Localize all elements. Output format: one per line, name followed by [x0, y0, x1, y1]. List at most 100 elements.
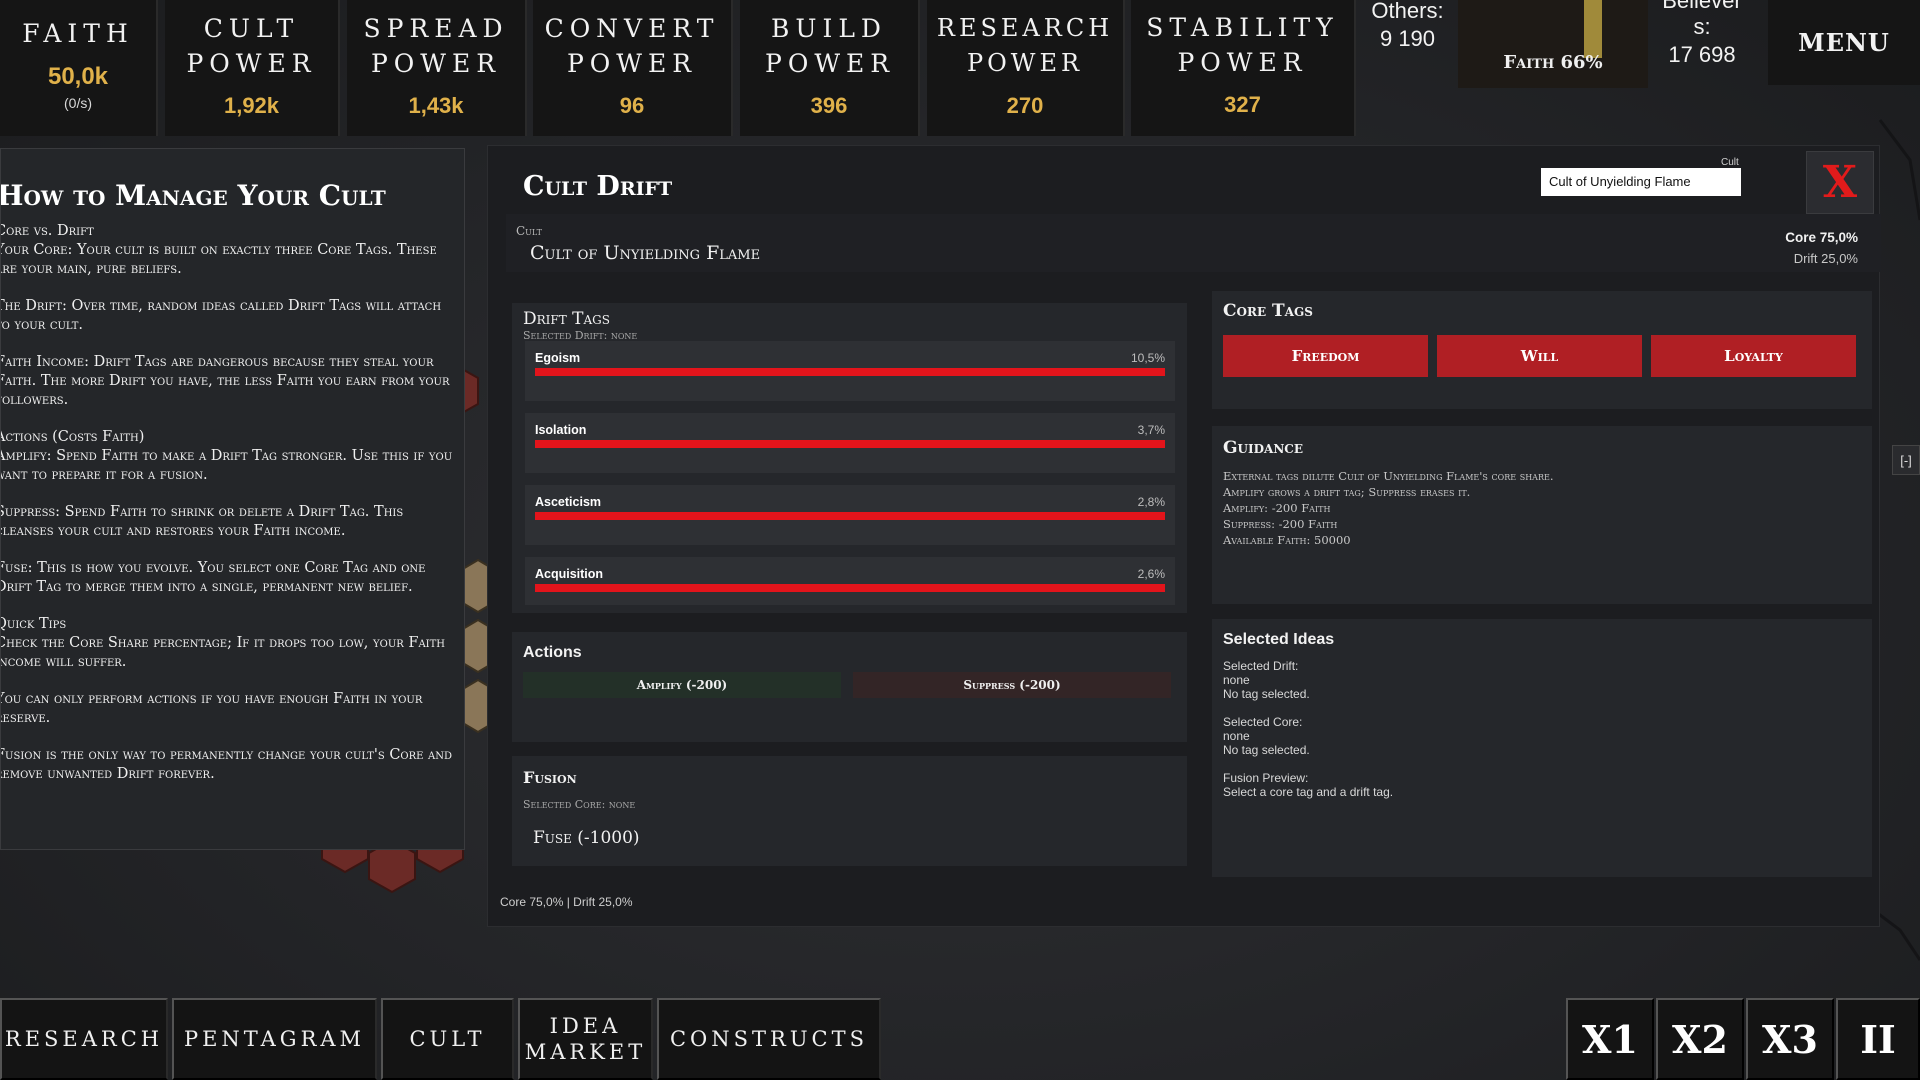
stability-power-label: Stability Power [1146, 13, 1339, 77]
build-power-resource: Build Power 396 [740, 0, 920, 136]
drift-tag-bar-fill [535, 440, 1165, 448]
cult-power-resource: Cult Power 1,92k [165, 0, 340, 136]
selected-core-caption: Selected Core: none [523, 798, 636, 811]
research-power-resource: Research Power 270 [927, 0, 1125, 136]
speed-x2-button[interactable]: X2 [1656, 998, 1744, 1080]
core-tags-title: Core Tags [1223, 301, 1313, 321]
help-paragraph: Core vs. Drift Your Core: Your cult is b… [1, 223, 437, 277]
drift-panel-title: Cult Drift [523, 171, 673, 202]
fusion-preview-label: Fusion Preview: [1223, 771, 1309, 785]
build-power-value: 396 [810, 93, 848, 118]
drift-tag-name: Asceticism [535, 495, 602, 509]
faith-meter-fill [1584, 0, 1602, 58]
believers-stat: Believer s: 17 698 [1652, 0, 1752, 68]
suppress-button[interactable]: Suppress (-200) [853, 672, 1171, 698]
nav-pentagram-button[interactable]: PENTAGRAM [172, 998, 377, 1080]
cult-drift-panel: Cult Drift Cult Cult of Unyielding Flame… [487, 145, 1881, 927]
spread-power-resource: Spread Power 1,43k [347, 0, 527, 136]
drift-tag-percent: 10,5% [1130, 351, 1165, 365]
help-title: How to Manage Your Cult [0, 179, 386, 212]
guidance-line: Available Faith: 50000 [1223, 533, 1351, 547]
drift-tag-name: Egoism [535, 351, 581, 365]
nav-constructs-button[interactable]: CONSTRUCTS [657, 998, 881, 1080]
guidance-line: External tags dilute Cult of Unyielding … [1223, 469, 1554, 483]
drift-tag-row[interactable]: Asceticism 2,8% [525, 485, 1175, 545]
actions-section: Actions Amplify (-200) Suppress (-200) [512, 632, 1187, 742]
research-power-label: Research Power [936, 14, 1114, 77]
selected-core-label: Selected Core: [1223, 715, 1303, 729]
core-tag-loyalty[interactable]: Loyalty [1651, 335, 1856, 377]
others-stat: Others: 9 190 [1360, 0, 1455, 52]
selected-drift-info: Selected Drift: none No tag selected. [1223, 659, 1310, 701]
cult-select-label: Cult [1721, 157, 1739, 168]
believers-label: Believer s: [1662, 0, 1742, 39]
close-icon: X [1822, 156, 1858, 208]
menu-button[interactable]: MENU [1768, 0, 1920, 85]
core-tag-will[interactable]: Will [1437, 335, 1642, 377]
faith-resource: Faith 50,0k (0/s) [0, 0, 158, 136]
core-tag-freedom[interactable]: Freedom [1223, 335, 1428, 377]
amplify-button[interactable]: Amplify (-200) [523, 672, 841, 698]
guidance-section: Guidance External tags dilute Cult of Un… [1212, 426, 1872, 604]
drift-tags-title: Drift Tags [523, 309, 610, 329]
faith-label: Faith [22, 19, 134, 48]
selected-ideas-title: Selected Ideas [1223, 631, 1335, 648]
selected-core-value: none [1223, 729, 1250, 743]
build-power-label: Build Power [765, 14, 896, 78]
pause-button[interactable]: II [1836, 998, 1920, 1080]
nav-idea-market-button[interactable]: IDEA MARKET [518, 998, 653, 1080]
guidance-line: Suppress: -200 Faith [1223, 517, 1338, 531]
cult-select-dropdown[interactable]: Cult of Unyielding Flame [1541, 168, 1741, 196]
cult-caption: Cult [516, 224, 542, 238]
drift-tag-row[interactable]: Isolation 3,7% [525, 413, 1175, 473]
cult-power-value: 1,92k [223, 93, 280, 118]
convert-power-resource: Convert Power 96 [533, 0, 733, 136]
guidance-line: Amplify grows a drift tag; Suppress eras… [1223, 485, 1471, 499]
research-power-value: 270 [1006, 93, 1044, 118]
fuse-button[interactable]: Fuse (-1000) [523, 824, 650, 852]
convert-power-value: 96 [619, 93, 645, 118]
help-paragraph: Actions (Costs Faith) Amplify: Spend Fai… [0, 429, 453, 483]
drift-tag-percent: 3,7% [1137, 423, 1165, 437]
selected-drift-value: none [1223, 673, 1250, 687]
cult-header: Cult Cult of Unyielding Flame Core 75,0%… [506, 214, 1881, 272]
stability-power-resource: Stability Power 327 [1131, 0, 1356, 136]
selected-drift-label: Selected Drift: [1223, 659, 1299, 673]
faith-meter-label: Faith 66% [1503, 52, 1603, 73]
drift-share: Drift 25,0% [1793, 251, 1858, 266]
selected-core-desc: No tag selected. [1223, 743, 1310, 757]
help-paragraph: Fuse: This is how you evolve. You select… [0, 560, 426, 595]
fusion-title: Fusion [523, 768, 577, 787]
side-panel-collapse-button[interactable]: [-] [1892, 445, 1920, 475]
close-button[interactable]: X [1806, 151, 1874, 214]
drift-tag-bar-fill [535, 512, 1165, 520]
others-value: 9 190 [1379, 26, 1436, 51]
help-paragraph: Fusion is the only way to permanently ch… [0, 747, 453, 782]
drift-tag-bar [535, 584, 1165, 592]
others-label: Others: [1371, 0, 1444, 23]
selected-core-info: Selected Core: none No tag selected. [1223, 715, 1310, 757]
drift-tag-percent: 2,6% [1137, 567, 1165, 581]
cult-power-label: Cult Power [186, 14, 317, 78]
guidance-line: Amplify: -200 Faith [1223, 501, 1331, 515]
faith-rate: (0/s) [64, 95, 92, 111]
help-paragraph: Suppress: Spend Faith to shrink or delet… [0, 504, 404, 539]
guidance-title: Guidance [1223, 438, 1303, 458]
help-paragraph: The Drift: Over time, random ideas calle… [0, 298, 442, 333]
spread-power-value: 1,43k [408, 93, 464, 118]
guidance-text: External tags dilute Cult of Unyielding … [1223, 468, 1553, 548]
fusion-preview-desc: Select a core tag and a drift tag. [1223, 785, 1394, 799]
nav-research-button[interactable]: RESEARCH [0, 998, 168, 1080]
drift-tag-bar [535, 440, 1165, 448]
drift-tag-row[interactable]: Acquisition 2,6% [525, 557, 1175, 605]
believers-value: 17 698 [1668, 42, 1736, 67]
speed-x1-button[interactable]: X1 [1566, 998, 1654, 1080]
drift-tag-row[interactable]: Egoism 10,5% [525, 341, 1175, 401]
speed-x3-button[interactable]: X3 [1746, 998, 1834, 1080]
selected-ideas-section: Selected Ideas Selected Drift: none No t… [1212, 619, 1872, 877]
core-tags-section: Core Tags Freedom Will Loyalty [1212, 291, 1872, 409]
faith-meter: Faith 66% [1458, 0, 1648, 88]
faith-value: 50,0k [47, 63, 109, 90]
nav-cult-button[interactable]: CULT [381, 998, 514, 1080]
drift-tag-bar-fill [535, 584, 1165, 592]
